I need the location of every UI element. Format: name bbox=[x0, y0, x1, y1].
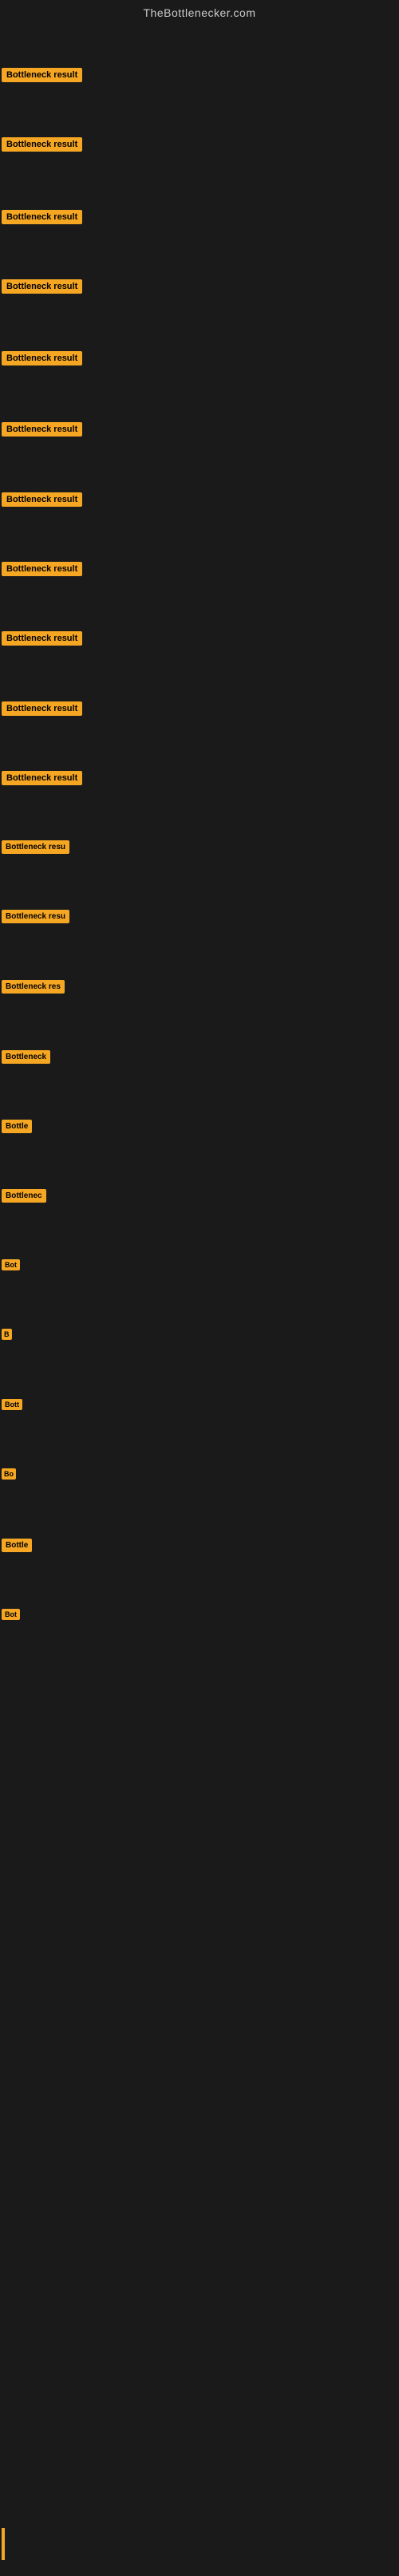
list-item: Bottleneck result bbox=[2, 561, 82, 576]
list-item: Bottleneck result bbox=[2, 67, 82, 82]
site-title: TheBottlenecker.com bbox=[0, 0, 399, 22]
list-item: Bottleneck result bbox=[2, 350, 82, 365]
list-item: Bottleneck result bbox=[2, 630, 82, 646]
list-item: Bottle bbox=[2, 1539, 32, 1556]
list-item: Bot bbox=[2, 1609, 20, 1624]
list-item: Bottlenec bbox=[2, 1189, 46, 1207]
list-item: Bottleneck result bbox=[2, 421, 82, 437]
list-item: Bottleneck result bbox=[2, 279, 82, 294]
list-item: Bottleneck result bbox=[2, 771, 82, 789]
list-item: Bottleneck res bbox=[2, 980, 65, 998]
list-item: Bottleneck resu bbox=[2, 840, 69, 858]
indicator-bar bbox=[2, 2528, 5, 2560]
list-item: Bottleneck bbox=[2, 1050, 50, 1068]
list-item: Bottle bbox=[2, 1120, 32, 1137]
list-item: Bottleneck result bbox=[2, 701, 82, 716]
list-item: Bottleneck resu bbox=[2, 910, 69, 927]
list-item: Bo bbox=[2, 1468, 16, 1484]
list-item: B bbox=[2, 1329, 12, 1344]
list-item: Bott bbox=[2, 1399, 22, 1414]
list-item: Bottleneck result bbox=[2, 136, 82, 152]
list-item: Bottleneck result bbox=[2, 492, 82, 507]
list-item: Bottleneck result bbox=[2, 209, 82, 224]
list-item: Bot bbox=[2, 1259, 20, 1274]
